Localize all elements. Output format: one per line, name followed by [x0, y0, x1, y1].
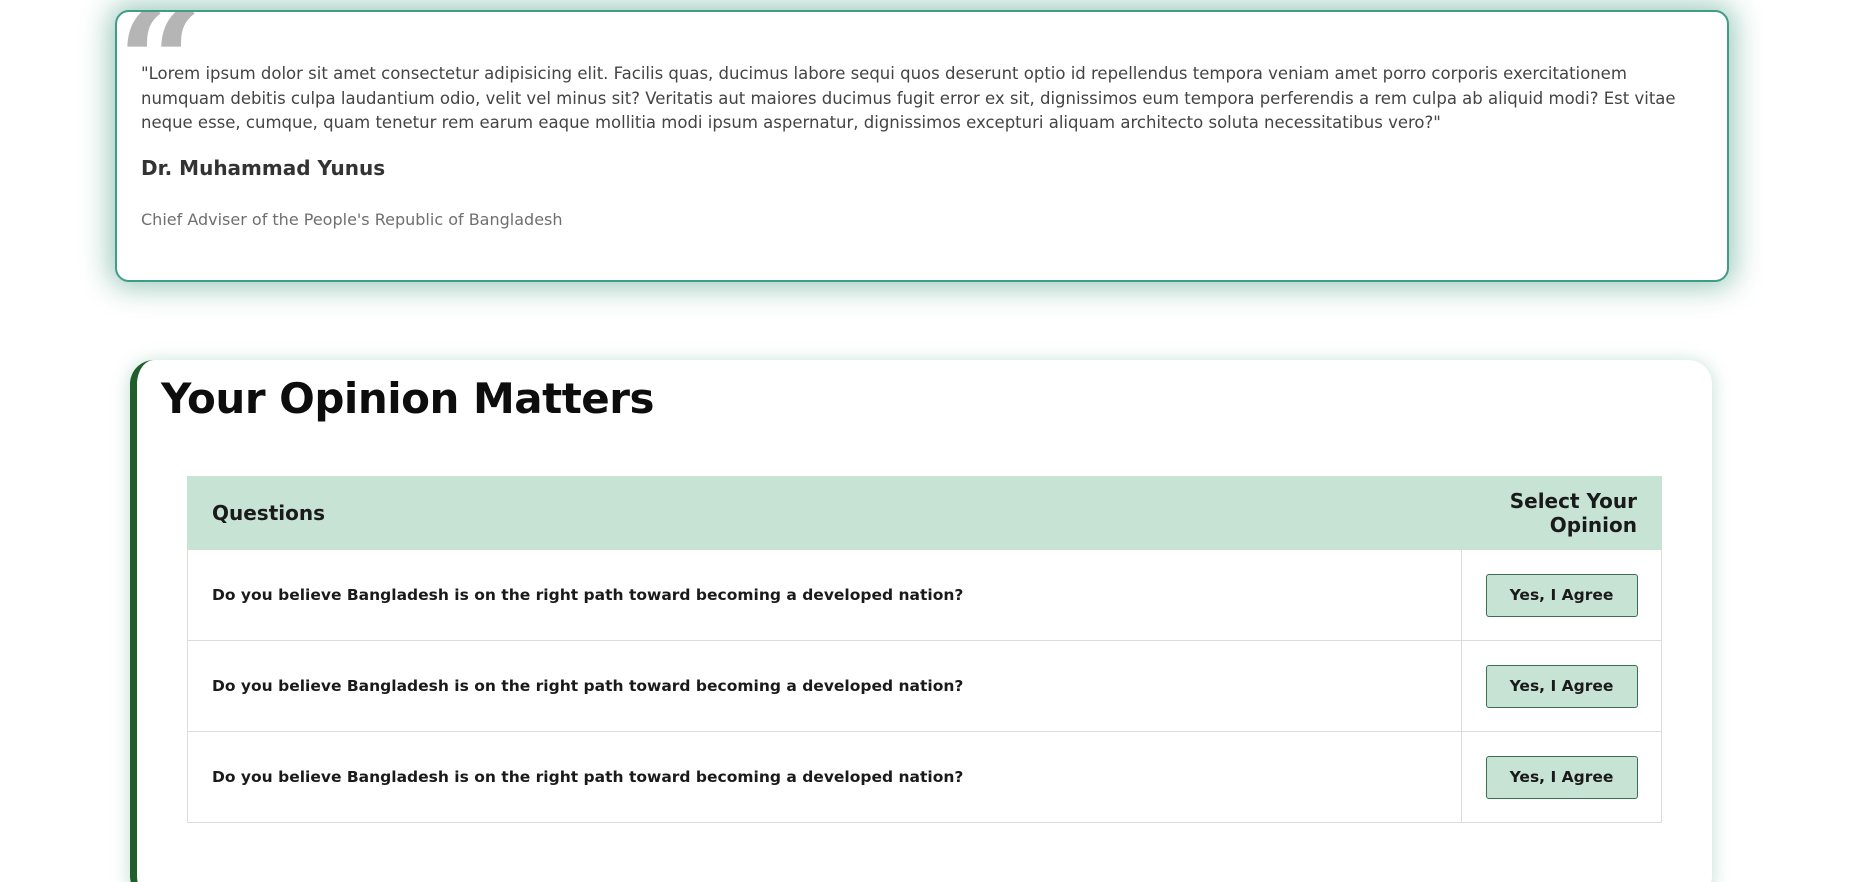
table-row: Do you believe Bangladesh is on the righ… — [187, 731, 1662, 823]
table-row: Do you believe Bangladesh is on the righ… — [187, 549, 1662, 641]
opinion-cell: Yes, I Agree — [1461, 731, 1662, 823]
question-text: Do you believe Bangladesh is on the righ… — [187, 731, 1462, 823]
opinion-title: Your Opinion Matters — [161, 374, 654, 423]
opinion-cell: Yes, I Agree — [1461, 549, 1662, 641]
questions-column-header: Questions — [187, 476, 1462, 550]
quote-author-role: Chief Adviser of the People's Republic o… — [141, 210, 563, 229]
table-header-row: Questions Select Your Opinion — [187, 476, 1662, 550]
agree-button[interactable]: Yes, I Agree — [1485, 755, 1638, 799]
agree-button[interactable]: Yes, I Agree — [1485, 664, 1638, 708]
quote-card: “ "Lorem ipsum dolor sit amet consectetu… — [115, 10, 1729, 282]
opinion-section: Your Opinion Matters Questions Select Yo… — [130, 360, 1712, 882]
question-text: Do you believe Bangladesh is on the righ… — [187, 640, 1462, 732]
question-text: Do you believe Bangladesh is on the righ… — [187, 549, 1462, 641]
opinion-table: Questions Select Your Opinion Do you bel… — [187, 476, 1662, 823]
page: “ "Lorem ipsum dolor sit amet consectetu… — [0, 0, 1856, 882]
quote-text: "Lorem ipsum dolor sit amet consectetur … — [141, 64, 1676, 132]
agree-button[interactable]: Yes, I Agree — [1485, 573, 1638, 617]
quote-author: Dr. Muhammad Yunus — [141, 156, 386, 180]
opinion-column-header: Select Your Opinion — [1461, 476, 1662, 550]
table-row: Do you believe Bangladesh is on the righ… — [187, 640, 1662, 732]
opinion-cell: Yes, I Agree — [1461, 640, 1662, 732]
